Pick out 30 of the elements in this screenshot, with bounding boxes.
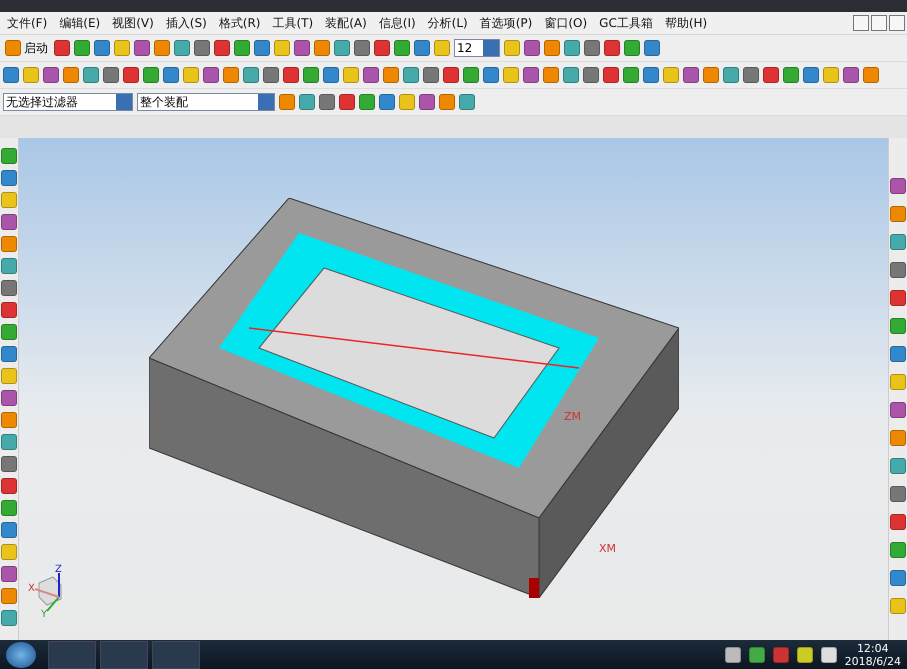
- close-button[interactable]: [889, 15, 905, 31]
- assembly-scope-dropdown[interactable]: 整个装配: [137, 93, 275, 111]
- start-menu-button[interactable]: [6, 642, 36, 668]
- x-axis-label: X: [28, 583, 35, 594]
- restore-button[interactable]: [871, 15, 887, 31]
- menu-item[interactable]: 首选项(P): [474, 14, 538, 32]
- menu-item[interactable]: 分析(L): [422, 14, 473, 32]
- menu-item[interactable]: 编辑(E): [54, 14, 106, 32]
- menu-item[interactable]: 帮助(H): [660, 14, 712, 32]
- start-button[interactable]: 启动: [3, 40, 50, 56]
- menu-item[interactable]: 插入(S): [160, 14, 212, 32]
- menu-item[interactable]: 格式(R): [214, 14, 266, 32]
- axis-label: ZM: [564, 410, 582, 423]
- menu-item[interactable]: 窗口(O): [539, 14, 592, 32]
- menu-item[interactable]: GC工具箱: [594, 14, 658, 32]
- menu-item[interactable]: 信息(I): [374, 14, 421, 32]
- menu-item[interactable]: 工具(T): [267, 14, 318, 32]
- x-axis-line: [34, 588, 60, 598]
- z-axis-label: Z: [55, 564, 62, 575]
- menu-item[interactable]: 视图(V): [107, 14, 159, 32]
- selection-filter-dropdown[interactable]: 无选择过滤器: [3, 93, 133, 111]
- axis-label: XM: [599, 542, 616, 555]
- clock[interactable]: 12:04 2018/6/24: [844, 642, 901, 668]
- menu-item[interactable]: 文件(F): [2, 14, 52, 32]
- minimize-button[interactable]: [853, 15, 869, 31]
- font-size-dropdown[interactable]: 12: [454, 39, 500, 57]
- z-axis-line: [58, 573, 60, 597]
- menu-item[interactable]: 装配(A): [320, 14, 372, 32]
- y-axis-line: [46, 596, 60, 612]
- y-axis-label: Y: [41, 609, 48, 618]
